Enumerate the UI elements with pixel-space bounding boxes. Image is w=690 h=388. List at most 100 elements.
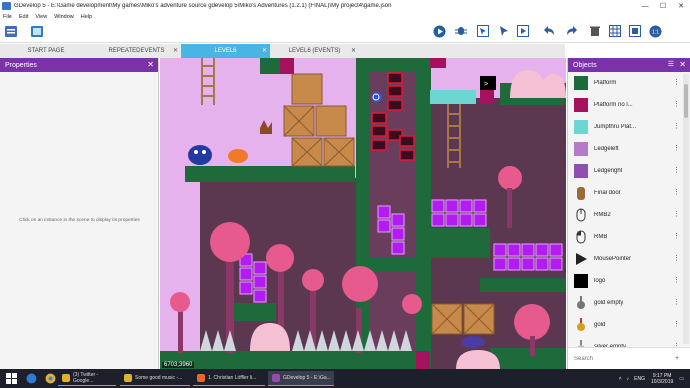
scrollbar-thumb[interactable] (684, 84, 688, 118)
object-item[interactable]: Platform ⋮ (568, 72, 682, 94)
tab-close-icon[interactable]: ✕ (351, 47, 356, 54)
tab-start-page[interactable]: START PAGE (0, 44, 92, 58)
menu-edit[interactable]: Edit (19, 14, 28, 20)
more-options-icon[interactable]: ⋮ (673, 122, 680, 130)
undo-button[interactable] (541, 24, 555, 38)
toggle-grid-button[interactable] (608, 24, 622, 38)
chrome-icon (124, 374, 132, 382)
more-options-icon[interactable]: ⋮ (673, 100, 680, 108)
taskbar-item-gdevelop[interactable]: GDevelop 5 - E:\Ga... (268, 371, 334, 386)
title-bar: GDevelop 5 - E:\Game development\My game… (0, 0, 690, 12)
more-options-icon[interactable]: ⋮ (673, 144, 680, 152)
taskbar-item-music[interactable]: Some good music -... (120, 371, 190, 386)
debugger-button[interactable] (454, 24, 468, 38)
scene-canvas[interactable]: > 6703;3960 (160, 58, 566, 369)
more-options-icon[interactable]: ⋮ (673, 188, 680, 196)
instances-list-button[interactable] (516, 24, 530, 38)
edge-icon[interactable] (26, 373, 37, 384)
add-object-icon[interactable]: + (675, 355, 679, 362)
system-clock[interactable]: 9:17 PM 10/3/2019 (651, 373, 673, 385)
properties-title: Properties (5, 61, 37, 69)
more-options-icon[interactable]: ⋮ (673, 298, 680, 306)
chrome-icon[interactable] (45, 373, 56, 384)
object-item[interactable]: RMB ⋮ (568, 226, 682, 248)
redo-button[interactable] (565, 24, 579, 38)
object-item[interactable]: gold empty ⋮ (568, 292, 682, 314)
menu-file[interactable]: File (3, 14, 12, 20)
close-icon[interactable]: ✕ (147, 60, 154, 69)
taskbar-item-twitter[interactable]: (3) Twitter - Google... (58, 371, 116, 386)
delete-button[interactable] (588, 24, 602, 38)
language-indicator[interactable]: ENG (634, 376, 645, 382)
scene-button[interactable] (30, 24, 44, 38)
green-platform (480, 278, 566, 292)
tab-close-icon[interactable]: ✕ (262, 47, 267, 54)
chevron-up-icon[interactable]: ˄ (619, 376, 622, 382)
object-item[interactable]: RMB2 ⋮ (568, 204, 682, 226)
clock-date: 10/3/2019 (651, 378, 674, 385)
taskbar-item-loffler[interactable]: 1. Christian Löffler li... (193, 371, 265, 386)
menu-help[interactable]: Help (81, 14, 92, 20)
object-item[interactable]: Ledgeleft ⋮ (568, 138, 682, 160)
door-arrow: > (484, 81, 488, 88)
editor-tabs: START PAGE REPEATEDEVENTS ✕ LEVEL6 ✕ LEV… (0, 44, 565, 58)
tab-close-icon[interactable]: ✕ (173, 47, 178, 54)
purple-enemy (461, 336, 485, 348)
trash-icon (590, 26, 600, 36)
lilac-square-icon (574, 142, 588, 156)
close-window-button[interactable]: ✕ (672, 2, 690, 10)
object-item[interactable]: gold ⋮ (568, 314, 682, 336)
project-icon (5, 25, 17, 37)
more-options-icon[interactable]: ⋮ (673, 210, 680, 218)
speaker-icon[interactable]: ♪ (627, 376, 630, 382)
more-options-icon[interactable]: ⋮ (673, 232, 680, 240)
preview-button[interactable] (432, 24, 446, 38)
tab-level6[interactable]: LEVEL6 ✕ (181, 44, 270, 58)
filter-icon[interactable]: ☰ (668, 60, 674, 68)
maximize-button[interactable]: ☐ (654, 2, 672, 10)
move-tool-button[interactable] (497, 24, 511, 38)
minimize-button[interactable]: — (636, 3, 654, 10)
medal-icon (574, 296, 588, 310)
green-platform (232, 303, 276, 321)
search-input[interactable] (574, 355, 669, 362)
more-options-icon[interactable]: ⋮ (673, 254, 680, 262)
more-options-icon[interactable]: ⋮ (673, 320, 680, 328)
menu-bar: File Edit View Window Help (0, 12, 690, 21)
properties-header: Properties ✕ (0, 58, 158, 72)
more-options-icon[interactable]: ⋮ (673, 166, 680, 174)
menu-view[interactable]: View (35, 14, 47, 20)
tab-repeatedevents[interactable]: REPEATEDEVENTS ✕ (92, 44, 181, 58)
select-tool-button[interactable] (476, 24, 490, 38)
object-item[interactable]: Jumpthru Plat... ⋮ (568, 116, 682, 138)
object-item[interactable]: Final door ⋮ (568, 182, 682, 204)
svg-text:1:1: 1:1 (652, 29, 659, 35)
object-item[interactable]: MousePointer ⋮ (568, 248, 682, 270)
system-tray: ˄ ♪ ENG 9:17 PM 10/3/2019 ▭ (619, 371, 684, 386)
window-mask-button[interactable] (628, 24, 642, 38)
objects-search: + (568, 347, 690, 369)
objects-scrollbar[interactable] (683, 74, 689, 344)
more-options-icon[interactable]: ⋮ (673, 276, 680, 284)
magenta-block (416, 351, 430, 369)
project-manager-button[interactable] (4, 24, 18, 38)
menu-window[interactable]: Window (54, 14, 74, 20)
toolbar: 1:1 (0, 21, 690, 43)
zoom-button[interactable]: 1:1 (648, 24, 662, 38)
tab-level6-events[interactable]: LEVEL6 (EVENTS) ✕ (270, 44, 359, 58)
more-options-icon[interactable]: ⋮ (673, 78, 680, 86)
notifications-icon[interactable]: ▭ (679, 376, 684, 382)
cursor-select-icon (477, 25, 489, 37)
object-item[interactable]: logo ⋮ (568, 270, 682, 292)
object-item[interactable]: Platform no l... ⋮ (568, 94, 682, 116)
cyan-square-icon (574, 120, 588, 134)
level-view: > (160, 58, 566, 369)
tab-label: LEVEL6 (EVENTS) (288, 48, 341, 54)
windows-start-icon[interactable] (6, 373, 18, 385)
object-item[interactable]: Ledgeright ⋮ (568, 160, 682, 182)
windows-taskbar: (3) Twitter - Google... Some good music … (0, 369, 690, 388)
close-icon[interactable]: ✕ (679, 60, 686, 69)
magenta-block (430, 58, 446, 68)
orange-slime-enemy (228, 149, 248, 163)
dark-green-square-icon (574, 76, 588, 90)
